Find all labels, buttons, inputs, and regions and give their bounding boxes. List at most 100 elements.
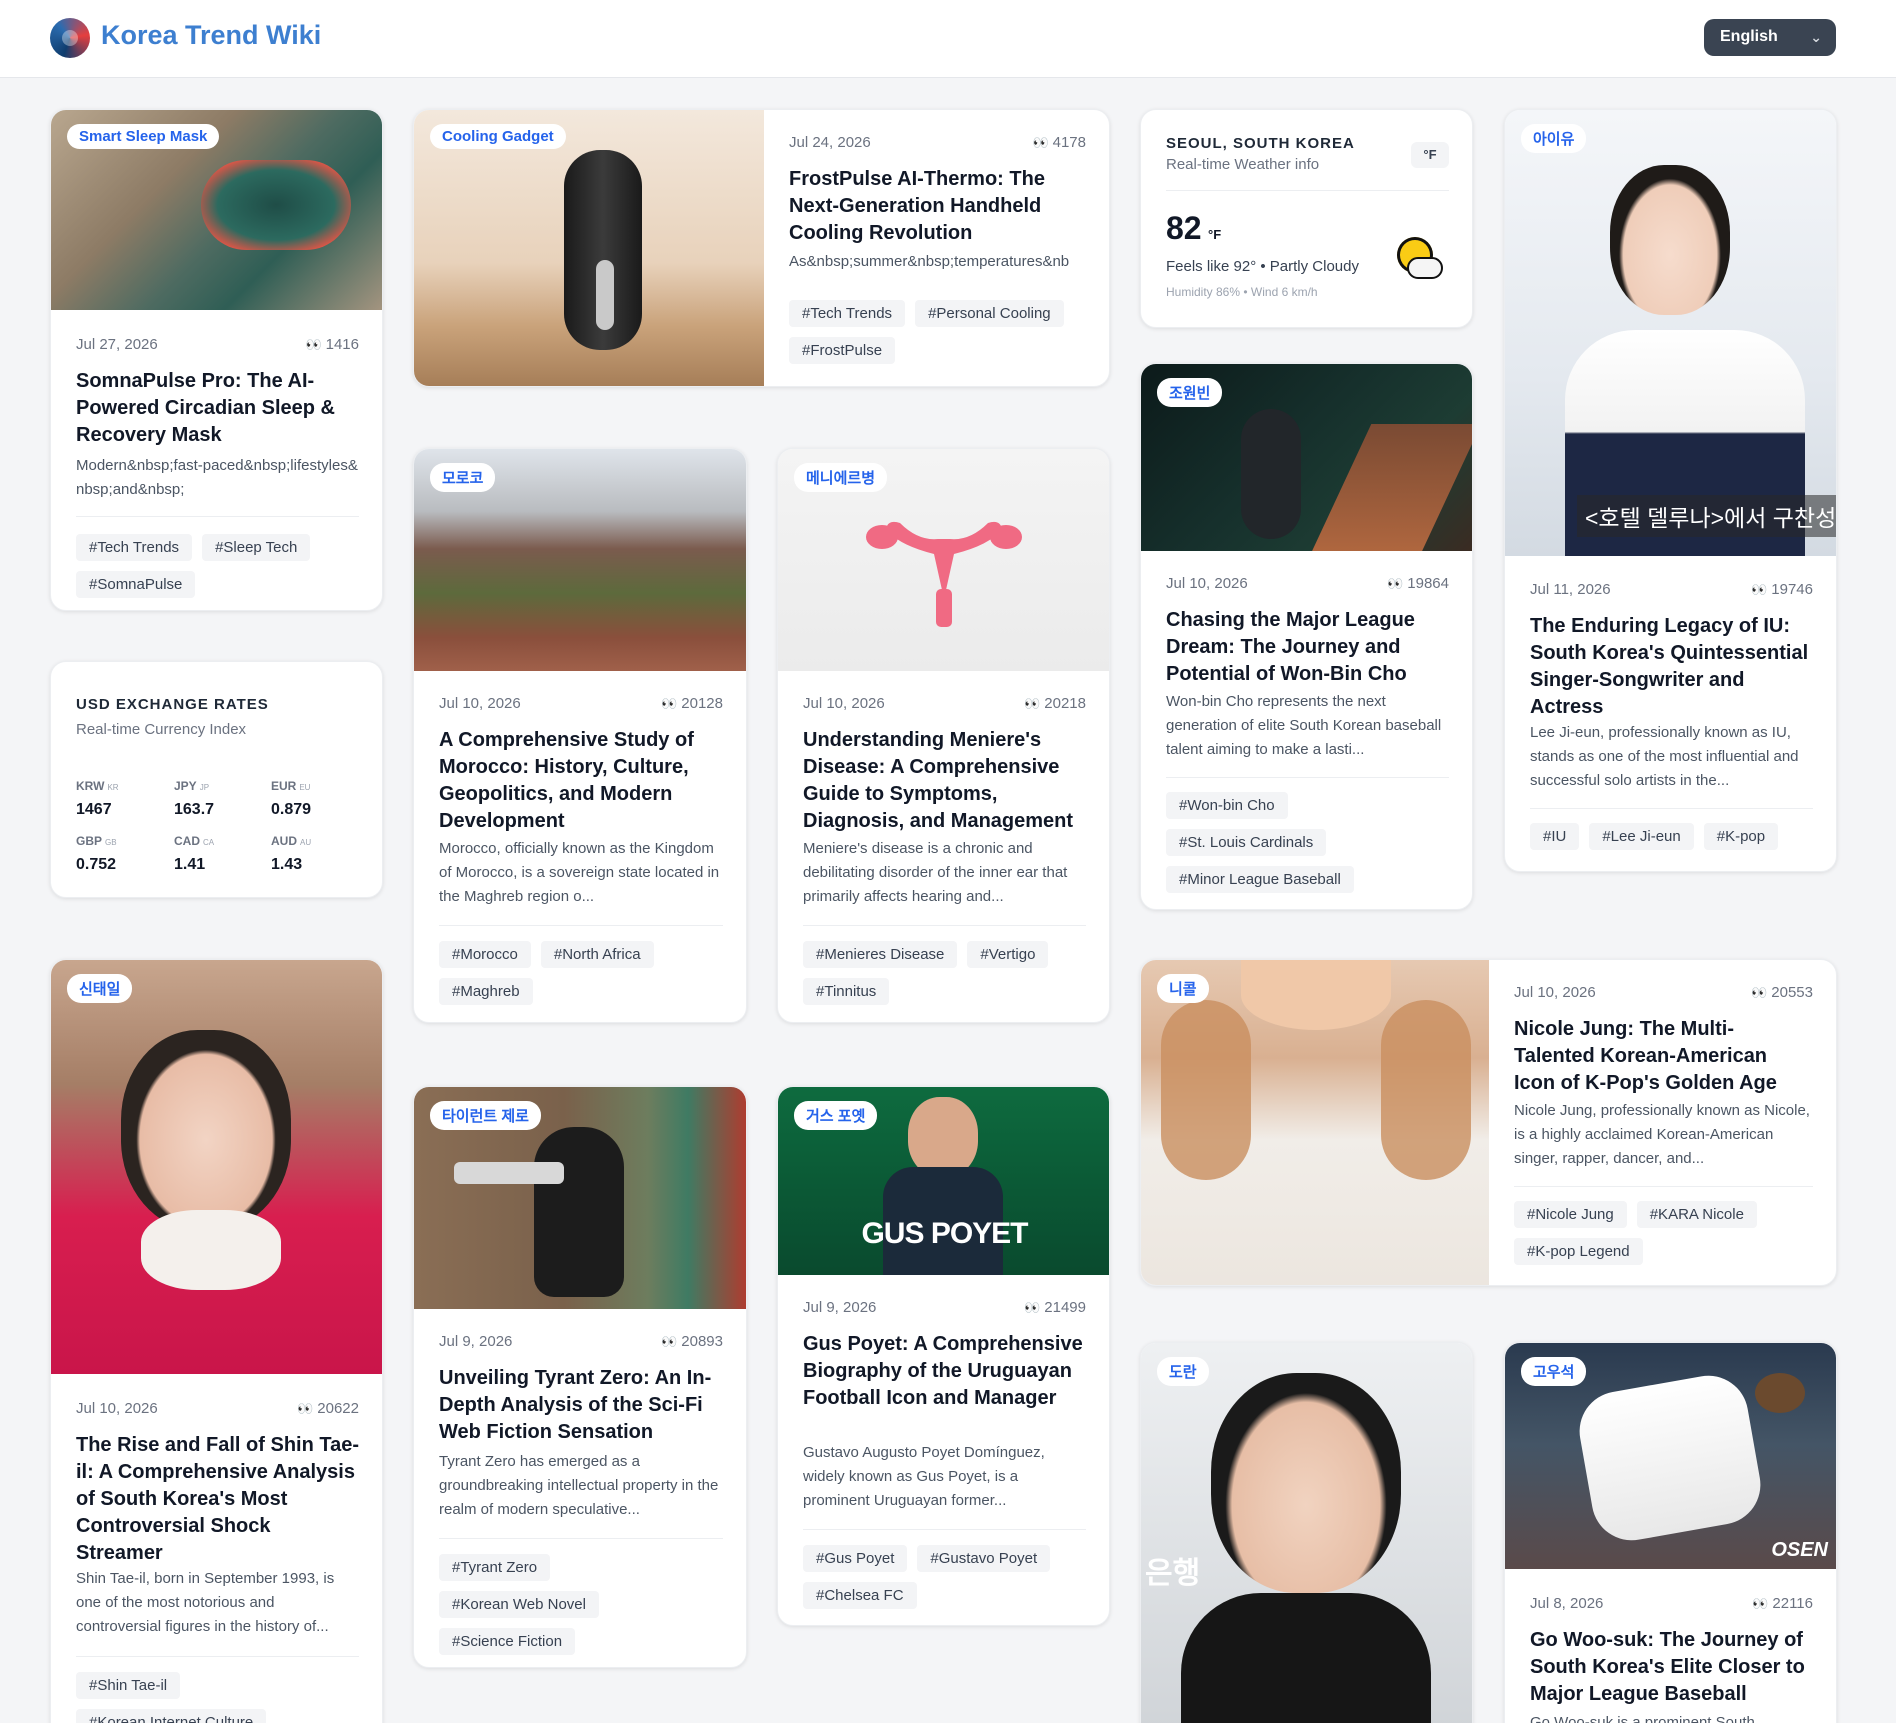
article-card[interactable]: Cooling Gadget Jul 24, 2026 👀 4178 FrostP… bbox=[413, 109, 1110, 387]
article-excerpt: As&nbsp;summer&nbsp;temperatures&nb bbox=[789, 253, 1070, 270]
tag-chip[interactable]: #KARA Nicole bbox=[1636, 1201, 1757, 1228]
article-title[interactable]: Nicole Jung: The Multi-Talented Korean-A… bbox=[1514, 1016, 1813, 1097]
article-title[interactable]: SomnaPulse Pro: The AI-Powered Circadian… bbox=[76, 368, 359, 449]
tag-chip[interactable]: #Tech Trends bbox=[76, 534, 193, 561]
tag-chip[interactable]: #Tyrant Zero bbox=[439, 1554, 551, 1581]
image-caption: OSEN bbox=[1771, 1539, 1828, 1561]
tag-list: #Tech Trends #Personal Cooling #FrostPul… bbox=[789, 300, 1086, 364]
category-badge[interactable]: 메니에르병 bbox=[794, 463, 888, 492]
article-image bbox=[1141, 960, 1489, 1285]
eyes-icon: 👀 bbox=[1751, 582, 1767, 597]
category-badge[interactable]: 타이런트 제로 bbox=[430, 1101, 541, 1130]
tag-chip[interactable]: #Personal Cooling bbox=[915, 300, 1064, 327]
category-badge[interactable]: 신태일 bbox=[67, 974, 133, 1003]
site-header: Korea Trend Wiki English ⌄ bbox=[0, 0, 1896, 78]
view-count: 👀 4178 bbox=[1032, 134, 1086, 151]
tag-chip[interactable]: #Science Fiction bbox=[439, 1628, 576, 1655]
article-card[interactable]: <호텔 델루나>에서 구찬성 아이유 Jul 11, 2026 👀 19746 T… bbox=[1504, 109, 1837, 872]
article-card[interactable]: GUS POYET 거스 포옛 Jul 9, 2026 👀 21499 Gus P… bbox=[777, 1086, 1110, 1626]
divider bbox=[1166, 190, 1449, 191]
article-title[interactable]: FrostPulse AI-Thermo: The Next-Generatio… bbox=[789, 166, 1086, 247]
eyes-icon: 👀 bbox=[1032, 135, 1048, 150]
article-image bbox=[414, 110, 764, 386]
tag-chip[interactable]: #FrostPulse bbox=[789, 337, 896, 364]
tag-chip[interactable]: #Gustavo Poyet bbox=[917, 1545, 1051, 1572]
tag-chip[interactable]: #St. Louis Cardinals bbox=[1166, 829, 1327, 856]
weather-subtitle: Real-time Weather info bbox=[1166, 156, 1320, 173]
category-badge[interactable]: 모로코 bbox=[430, 463, 496, 492]
category-badge[interactable]: 고우석 bbox=[1521, 1357, 1587, 1386]
article-card[interactable]: 조원빈 Jul 10, 2026 👀 19864 Chasing the Majo… bbox=[1140, 363, 1473, 910]
tag-chip[interactable]: #Korean Web Novel bbox=[439, 1591, 599, 1618]
article-excerpt: Go Woo-suk is a prominent South bbox=[1530, 1714, 1755, 1723]
language-select[interactable]: English ⌄ bbox=[1704, 19, 1836, 56]
rate-eur: EUR EU 0.879 bbox=[271, 779, 312, 818]
publish-date: Jul 10, 2026 bbox=[76, 1400, 158, 1417]
category-badge[interactable]: 도란 bbox=[1157, 1357, 1209, 1386]
article-title[interactable]: A Comprehensive Study of Morocco: Histor… bbox=[439, 727, 723, 835]
article-title[interactable]: Go Woo-suk: The Journey of South Korea's… bbox=[1530, 1627, 1813, 1708]
article-title[interactable]: Gus Poyet: A Comprehensive Biography of … bbox=[803, 1331, 1086, 1412]
tag-chip[interactable]: #IU bbox=[1530, 823, 1580, 850]
eyes-icon: 👀 bbox=[297, 1401, 313, 1416]
tag-list: #Nicole Jung #KARA Nicole #K-pop Legend bbox=[1514, 1201, 1813, 1265]
tag-chip[interactable]: #Tinnitus bbox=[803, 978, 890, 1005]
chevron-down-icon: ⌄ bbox=[1810, 29, 1822, 45]
language-select-value: English bbox=[1720, 28, 1778, 45]
article-card[interactable]: OSEN 고우석 Jul 8, 2026 👀 22116 Go Woo-suk: … bbox=[1504, 1342, 1837, 1723]
image-caption: 은행 bbox=[1145, 1557, 1201, 1590]
article-card[interactable]: 니콜 Jul 10, 2026 👀 20553 Nicole Jung: The … bbox=[1140, 959, 1837, 1286]
article-card[interactable]: Smart Sleep Mask Jul 27, 2026 👀 1416 Somn… bbox=[50, 109, 383, 611]
article-title[interactable]: The Rise and Fall of Shin Tae-il: A Comp… bbox=[76, 1432, 359, 1567]
category-badge[interactable]: Cooling Gadget bbox=[430, 124, 566, 149]
publish-date: Jul 10, 2026 bbox=[1514, 984, 1596, 1001]
tag-chip[interactable]: #Korean Internet Culture bbox=[76, 1709, 267, 1723]
article-card[interactable]: 신태일 Jul 10, 2026 👀 20622 The Rise and Fal… bbox=[50, 959, 383, 1723]
site-logo-icon[interactable] bbox=[50, 18, 90, 58]
category-badge[interactable]: 조원빈 bbox=[1157, 378, 1223, 407]
article-card[interactable]: 타이런트 제로 Jul 9, 2026 👀 20893 Unveiling Tyr… bbox=[413, 1086, 747, 1668]
divider bbox=[803, 1529, 1086, 1530]
article-title[interactable]: Understanding Meniere's Disease: A Compr… bbox=[803, 727, 1086, 835]
image-caption: GUS POYET bbox=[861, 1217, 1028, 1250]
article-title[interactable]: The Enduring Legacy of IU: South Korea's… bbox=[1530, 613, 1813, 721]
category-badge[interactable]: 니콜 bbox=[1157, 974, 1209, 1003]
tag-chip[interactable]: #Gus Poyet bbox=[803, 1545, 908, 1572]
tag-chip[interactable]: #Vertigo bbox=[967, 941, 1049, 968]
article-card[interactable]: 메니에르병 Jul 10, 2026 👀 20218 Understanding … bbox=[777, 448, 1110, 1023]
tag-chip[interactable]: #North Africa bbox=[540, 941, 654, 968]
tag-chip[interactable]: #Won-bin Cho bbox=[1166, 792, 1288, 819]
article-card[interactable]: 모로코 Jul 10, 2026 👀 20128 A Comprehensive … bbox=[413, 448, 747, 1023]
tag-chip[interactable]: #Maghreb bbox=[439, 978, 533, 1005]
tag-chip[interactable]: #Sleep Tech bbox=[202, 534, 311, 561]
article-excerpt: Meniere's disease is a chronic and debil… bbox=[803, 840, 1068, 905]
article-excerpt: Nicole Jung, professionally known as Nic… bbox=[1514, 1102, 1810, 1167]
tag-chip[interactable]: #Tech Trends bbox=[789, 300, 906, 327]
article-title[interactable]: Unveiling Tyrant Zero: An In-Depth Analy… bbox=[439, 1365, 723, 1446]
view-count: 👀 20553 bbox=[1751, 984, 1813, 1001]
site-title[interactable]: Korea Trend Wiki bbox=[101, 20, 321, 51]
category-badge[interactable]: 거스 포옛 bbox=[794, 1101, 878, 1130]
article-image bbox=[51, 960, 382, 1374]
category-badge[interactable]: 아이유 bbox=[1521, 124, 1587, 153]
image-caption: <호텔 델루나>에서 구찬성 bbox=[1577, 495, 1836, 537]
tag-chip[interactable]: #Chelsea FC bbox=[803, 1582, 917, 1609]
eyes-icon: 👀 bbox=[1752, 1596, 1768, 1611]
unit-toggle-button[interactable]: °F bbox=[1411, 142, 1449, 168]
tag-chip[interactable]: #SomnaPulse bbox=[76, 571, 196, 598]
tag-chip[interactable]: #Minor League Baseball bbox=[1166, 866, 1354, 893]
exchange-rates-widget: USD EXCHANGE RATES Real-time Currency In… bbox=[50, 661, 383, 898]
tag-chip[interactable]: #Lee Ji-eun bbox=[1589, 823, 1694, 850]
article-excerpt: Tyrant Zero has emerged as a groundbreak… bbox=[439, 1453, 719, 1518]
category-badge[interactable]: Smart Sleep Mask bbox=[67, 124, 220, 149]
article-card[interactable]: 은행 도란 bbox=[1140, 1342, 1473, 1723]
tag-chip[interactable]: #K-pop bbox=[1703, 823, 1779, 850]
tag-chip[interactable]: #K-pop Legend bbox=[1514, 1238, 1643, 1265]
tag-chip[interactable]: #Menieres Disease bbox=[803, 941, 958, 968]
publish-date: Jul 24, 2026 bbox=[789, 134, 871, 151]
article-title[interactable]: Chasing the Major League Dream: The Jour… bbox=[1166, 607, 1449, 688]
tag-chip[interactable]: #Nicole Jung bbox=[1514, 1201, 1627, 1228]
publish-date: Jul 9, 2026 bbox=[439, 1333, 513, 1350]
tag-chip[interactable]: #Shin Tae-il bbox=[76, 1672, 181, 1699]
tag-chip[interactable]: #Morocco bbox=[439, 941, 531, 968]
